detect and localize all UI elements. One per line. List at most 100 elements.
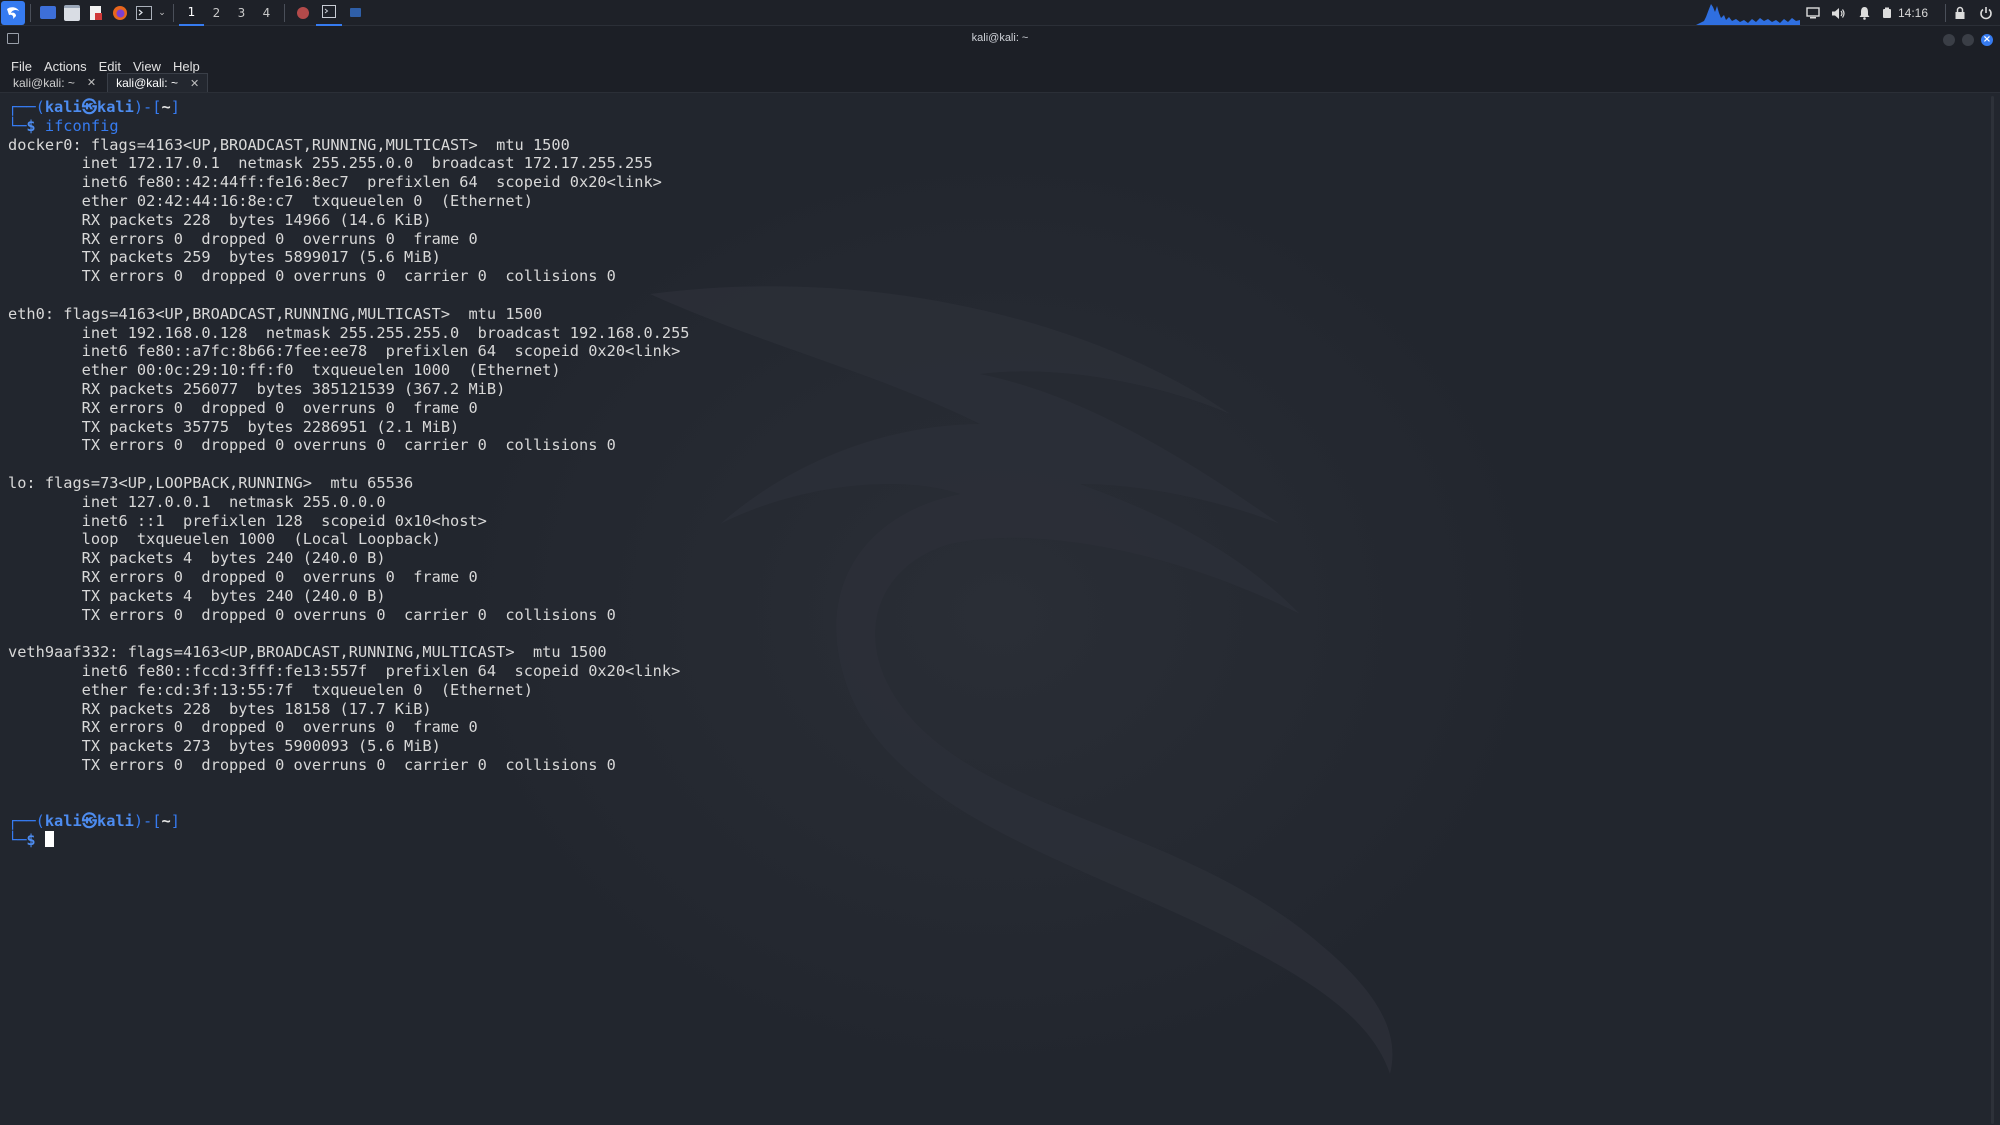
- output-line: RX errors 0 dropped 0 overruns 0 frame 0: [8, 398, 478, 417]
- menu-help[interactable]: Help: [167, 59, 206, 74]
- output-line: eth0: flags=4163<UP,BROADCAST,RUNNING,MU…: [8, 304, 543, 323]
- output-line: inet 192.168.0.128 netmask 255.255.255.0…: [8, 323, 690, 342]
- output-line: TX packets 273 bytes 5900093 (5.6 MiB): [8, 737, 441, 756]
- workspace-3[interactable]: 3: [229, 0, 254, 26]
- close-tab-icon[interactable]: ✕: [87, 76, 96, 89]
- output-line: docker0: flags=4163<UP,BROADCAST,RUNNING…: [8, 135, 570, 154]
- prompt-bracket: )-[: [133, 812, 162, 831]
- taskbar-app-icon[interactable]: [290, 0, 316, 26]
- prompt-symbol: $: [26, 116, 36, 135]
- workspace-4[interactable]: 4: [254, 0, 279, 26]
- menu-view[interactable]: View: [127, 59, 167, 74]
- output-line: TX packets 4 bytes 240 (240.0 B): [8, 586, 386, 605]
- output-line: veth9aaf332: flags=4163<UP,BROADCAST,RUN…: [8, 643, 607, 662]
- power-icon[interactable]: [1975, 0, 1997, 26]
- prompt-bracket: ]: [170, 812, 180, 831]
- output-line: TX errors 0 dropped 0 overruns 0 carrier…: [8, 605, 616, 624]
- taskbar-terminal-icon[interactable]: [316, 0, 342, 26]
- prompt-cwd: ~: [161, 812, 171, 831]
- lock-icon[interactable]: [1949, 0, 1971, 26]
- panel-separator: [173, 3, 174, 22]
- prompt-separator: ㉿: [81, 812, 97, 831]
- tab-terminal-1[interactable]: kali@kali: ~ ✕: [5, 73, 104, 92]
- show-desktop-icon[interactable]: [36, 0, 60, 26]
- maximize-button[interactable]: [1962, 34, 1974, 46]
- window-titlebar[interactable]: kali@kali: ~ ×: [0, 26, 2000, 54]
- prompt-prefix: └─: [8, 831, 27, 850]
- menu-edit[interactable]: Edit: [93, 59, 127, 74]
- prompt-host: kali: [97, 98, 134, 116]
- close-tab-icon[interactable]: ✕: [190, 77, 199, 90]
- workspace-1[interactable]: 1: [179, 0, 204, 26]
- chevron-down-icon[interactable]: ⌄: [156, 0, 168, 26]
- output-line: inet6 fe80::a7fc:8b66:7fee:ee78 prefixle…: [8, 342, 681, 361]
- prompt-user: kali: [44, 812, 82, 831]
- prompt-host: kali: [97, 812, 134, 831]
- output-line: ether fe:cd:3f:13:55:7f txqueuelen 0 (Et…: [8, 680, 533, 699]
- output-line: RX packets 256077 bytes 385121539 (367.2…: [8, 379, 506, 398]
- command-text: ifconfig: [44, 116, 119, 135]
- clock: 14:16: [1897, 6, 1929, 20]
- output-line: inet 127.0.0.1 netmask 255.0.0.0: [8, 492, 386, 511]
- text-cursor: [44, 831, 54, 848]
- output-line: TX packets 259 bytes 5899017 (5.6 MiB): [8, 248, 441, 267]
- command-output: docker0: flags=4163<UP,BROADCAST,RUNNING…: [8, 136, 690, 774]
- tab-label: kali@kali: ~: [116, 76, 178, 90]
- tab-terminal-2[interactable]: kali@kali: ~ ✕: [107, 73, 209, 92]
- panel-separator: [1945, 4, 1946, 22]
- battery-icon: [1882, 7, 1891, 18]
- minimize-button[interactable]: [1943, 34, 1955, 46]
- firefox-icon[interactable]: [108, 0, 132, 26]
- output-line: ether 02:42:44:16:8e:c7 txqueuelen 0 (Et…: [8, 191, 533, 210]
- prompt-user: kali: [44, 98, 82, 116]
- notification-bell-icon[interactable]: [1853, 0, 1875, 26]
- panel-separator: [30, 3, 31, 22]
- output-line: RX errors 0 dropped 0 overruns 0 frame 0: [8, 718, 478, 737]
- output-line: ether 00:0c:29:10:ff:f0 txqueuelen 1000 …: [8, 361, 561, 380]
- output-line: RX errors 0 dropped 0 overruns 0 frame 0: [8, 567, 478, 586]
- prompt-prefix: └─: [8, 116, 27, 135]
- tab-label: kali@kali: ~: [13, 75, 75, 90]
- terminal-area[interactable]: ┌──(kali㉿kali)-[~] └─$ ifconfig docker0:…: [0, 94, 2000, 1125]
- output-line: inet6 ::1 prefixlen 128 scopeid 0x10<hos…: [8, 511, 487, 530]
- output-line: TX errors 0 dropped 0 overruns 0 carrier…: [8, 436, 616, 455]
- output-line: loop txqueuelen 1000 (Local Loopback): [8, 530, 441, 549]
- panel-separator: [284, 3, 285, 22]
- prompt-symbol: $: [26, 831, 36, 850]
- display-icon[interactable]: [1802, 0, 1824, 26]
- menu-actions[interactable]: Actions: [38, 59, 93, 74]
- output-line: inet6 fe80::fccd:3fff:fe13:557f prefixle…: [8, 661, 681, 680]
- prompt-prefix: ┌──(: [8, 98, 45, 116]
- clock-area[interactable]: 14:16: [1880, 0, 1930, 26]
- prompt-bracket: )-[: [133, 98, 162, 116]
- output-line: RX packets 228 bytes 14966 (14.6 KiB): [8, 210, 432, 229]
- prompt-prefix: ┌──(: [8, 812, 45, 831]
- output-line: lo: flags=73<UP,LOOPBACK,RUNNING> mtu 65…: [8, 473, 414, 492]
- terminal-output: ┌──(kali㉿kali)-[~] └─$ ifconfig docker0:…: [8, 98, 690, 850]
- text-editor-icon[interactable]: [84, 0, 108, 26]
- output-line: TX errors 0 dropped 0 overruns 0 carrier…: [8, 267, 616, 286]
- terminal-icon[interactable]: [132, 0, 156, 26]
- output-line: inet 172.17.0.1 netmask 255.255.0.0 broa…: [8, 154, 653, 173]
- top-panel: ⌄ 1 2 3 4 14:16: [0, 0, 2000, 26]
- file-manager-icon[interactable]: [60, 0, 84, 26]
- kali-menu-icon[interactable]: [1, 0, 25, 25]
- window-title: kali@kali: ~: [971, 32, 1029, 44]
- prompt-separator: ㉿: [81, 98, 97, 116]
- output-line: TX packets 35775 bytes 2286951 (2.1 MiB): [8, 417, 460, 436]
- workspace-2[interactable]: 2: [204, 0, 229, 26]
- prompt-cwd: ~: [161, 98, 171, 116]
- close-button[interactable]: ×: [1981, 34, 1993, 46]
- output-line: inet6 fe80::42:44ff:fe16:8ec7 prefixlen …: [8, 173, 662, 192]
- terminal-scrollbar[interactable]: [1991, 96, 1994, 1124]
- volume-icon[interactable]: [1827, 0, 1849, 26]
- tab-bar: kali@kali: ~ ✕ kali@kali: ~ ✕: [0, 73, 2000, 93]
- output-line: TX errors 0 dropped 0 overruns 0 carrier…: [8, 755, 616, 774]
- output-line: RX errors 0 dropped 0 overruns 0 frame 0: [8, 229, 478, 248]
- menu-file[interactable]: File: [5, 59, 38, 74]
- cpu-graph: [1696, 0, 1800, 26]
- taskbar-window-icon[interactable]: [342, 0, 368, 26]
- prompt-bracket: ]: [170, 98, 180, 116]
- output-line: RX packets 4 bytes 240 (240.0 B): [8, 549, 386, 568]
- output-line: RX packets 228 bytes 18158 (17.7 KiB): [8, 699, 432, 718]
